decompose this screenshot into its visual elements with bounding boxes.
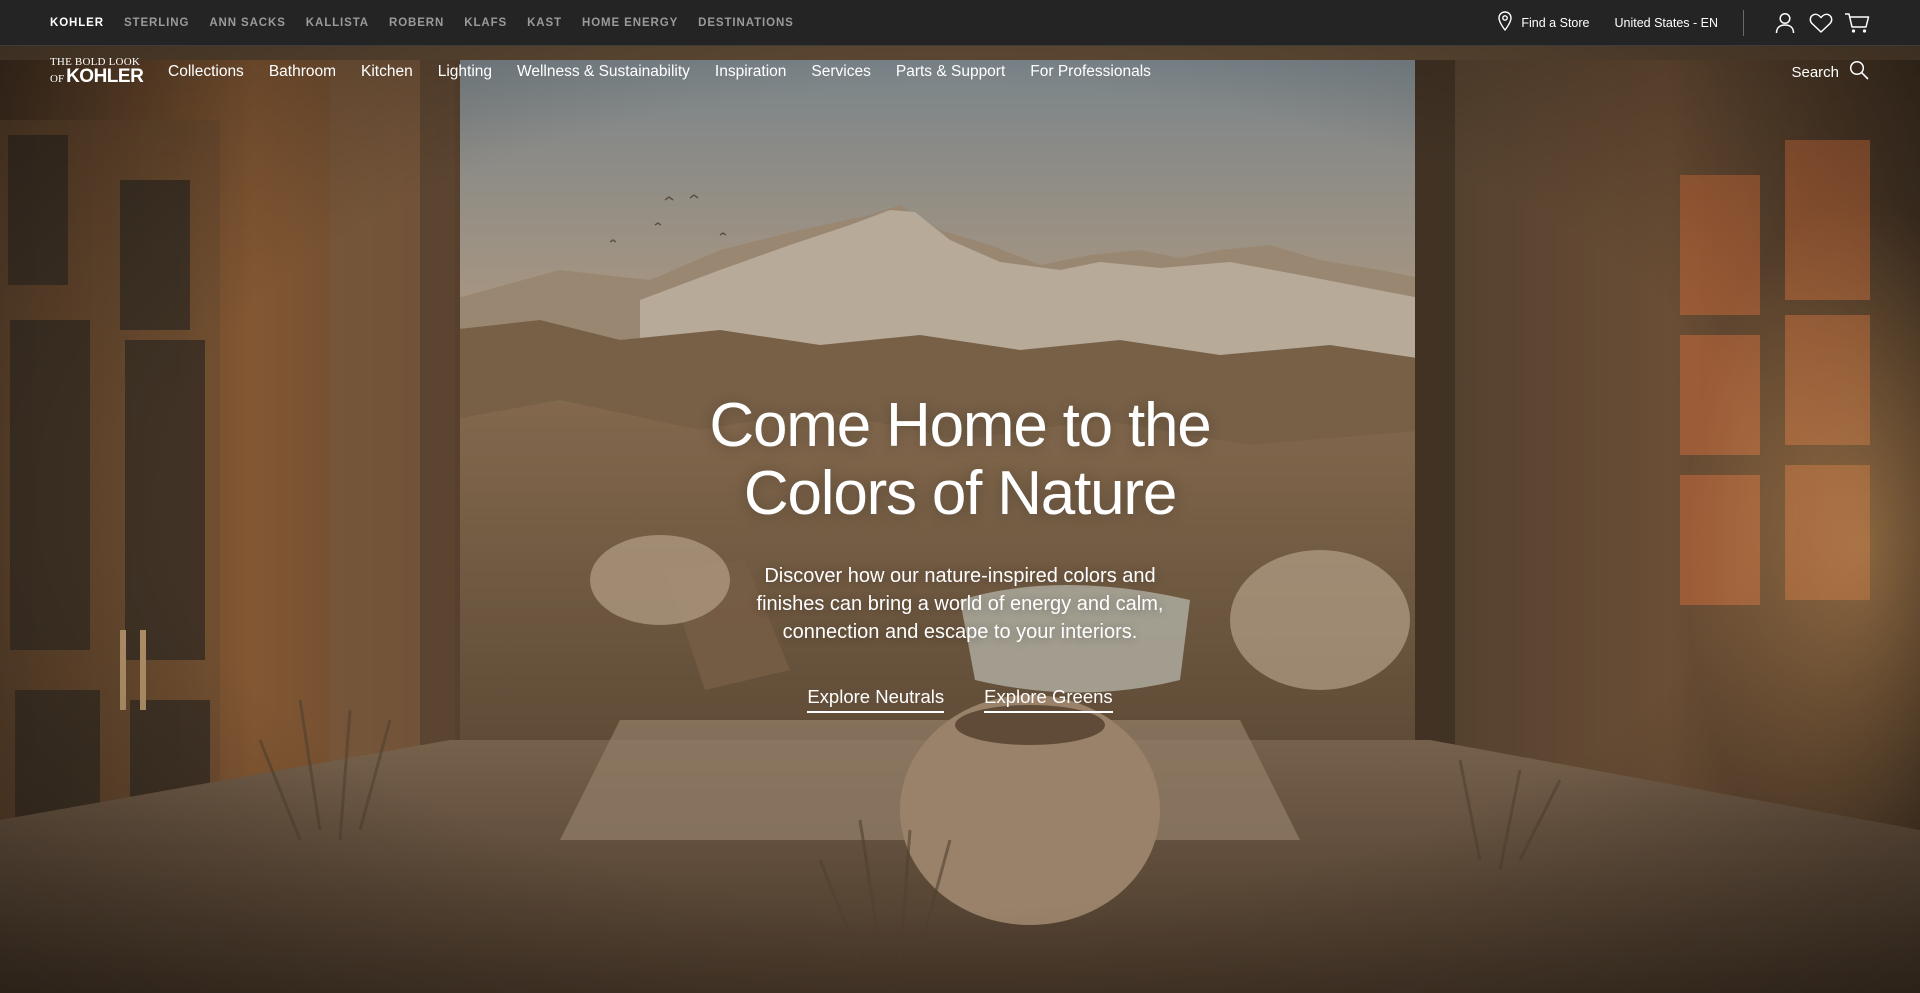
main-nav: THE BOLD LOOK OF KOHLER Collections Bath… [0,46,1920,98]
search-button[interactable]: Search [1791,60,1869,84]
hero-content: Come Home to the Colors of Nature Discov… [0,392,1920,713]
hero-subtitle: Discover how our nature-inspired colors … [756,565,1164,643]
nav-item-bathroom[interactable]: Bathroom [269,63,336,81]
brand-link-robern[interactable]: ROBERN [389,17,444,29]
nav-item-wellness-sustainability[interactable]: Wellness & Sustainability [517,63,690,81]
nav-item-inspiration[interactable]: Inspiration [715,63,787,81]
brand-link-kast[interactable]: KAST [527,17,562,29]
logo-of: OF [50,73,65,85]
location-pin-icon [1498,11,1513,34]
brand-link-ann-sacks[interactable]: ANN SACKS [209,17,285,29]
utility-divider [1743,9,1744,36]
brand-link-home-energy[interactable]: HOME ENERGY [582,17,678,29]
brand-list: KOHLER STERLING ANN SACKS KALLISTA ROBER… [50,17,814,29]
nav-item-parts-support[interactable]: Parts & Support [896,63,1005,81]
utility-nav: Find a Store United States - EN [1498,0,1870,46]
account-icon[interactable] [1772,10,1798,36]
locale-selector[interactable]: United States - EN [1614,16,1718,30]
cart-icon[interactable] [1844,10,1870,36]
brand-link-klafs[interactable]: KLAFS [464,17,507,29]
logo-wordmark: OF KOHLER [50,66,148,88]
nav-item-kitchen[interactable]: Kitchen [361,63,413,81]
search-label: Search [1791,63,1839,81]
primary-nav-list: Collections Bathroom Kitchen Lighting We… [168,63,1176,81]
kohler-logo[interactable]: THE BOLD LOOK OF KOHLER [50,52,148,92]
brand-link-sterling[interactable]: STERLING [124,17,189,29]
nav-item-lighting[interactable]: Lighting [438,63,492,81]
explore-greens-link[interactable]: Explore Greens [984,686,1113,713]
hero-title: Come Home to the Colors of Nature [709,391,1211,528]
find-store-label: Find a Store [1521,15,1590,30]
explore-neutrals-link[interactable]: Explore Neutrals [807,686,945,713]
hero-cta-group: Explore Neutrals Explore Greens [807,686,1113,713]
brand-link-kallista[interactable]: KALLISTA [306,17,369,29]
find-store-link[interactable]: Find a Store [1498,11,1589,34]
nav-item-services[interactable]: Services [811,63,870,81]
brand-link-destinations[interactable]: DESTINATIONS [698,17,794,29]
brand-bar: KOHLER STERLING ANN SACKS KALLISTA ROBER… [0,0,1920,46]
heart-icon[interactable] [1808,10,1834,36]
brand-link-kohler[interactable]: KOHLER [50,17,104,29]
nav-item-collections[interactable]: Collections [168,63,244,81]
search-icon [1849,60,1869,84]
logo-name: KOHLER [66,66,144,87]
nav-item-for-professionals[interactable]: For Professionals [1030,63,1151,81]
